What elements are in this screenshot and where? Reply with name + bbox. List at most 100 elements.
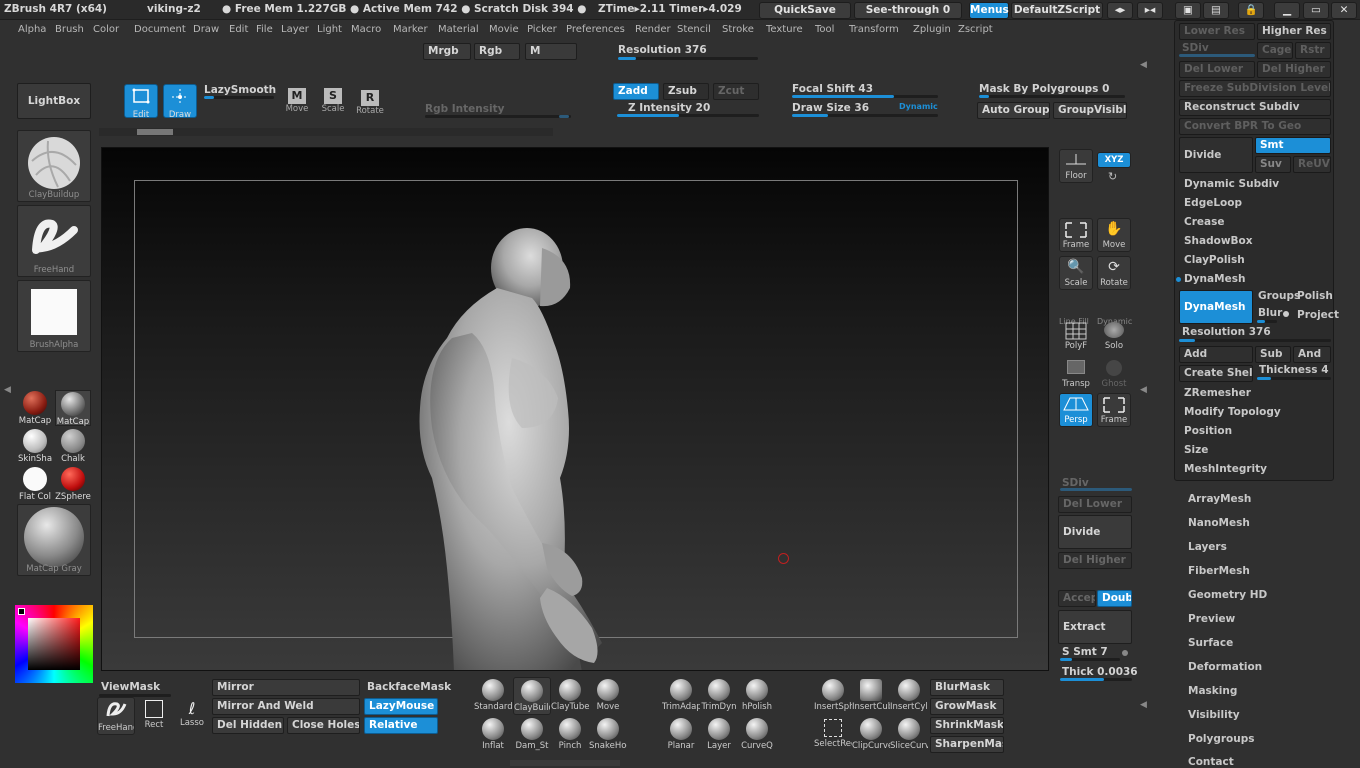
material-flat-color[interactable]: Flat Col — [17, 466, 53, 502]
sdiv-slider[interactable] — [1060, 488, 1132, 491]
polyf-button[interactable]: PolyF — [1059, 318, 1093, 352]
trimadaptive-brush-button[interactable]: TrimAdapt — [662, 677, 700, 715]
inflate-brush-button[interactable]: Inflat — [474, 716, 512, 754]
layout-right-icon[interactable]: ▸◂ — [1137, 2, 1163, 19]
zremesher-section[interactable]: ZRemesher — [1184, 387, 1251, 399]
local-symmetry-icon[interactable]: ↻ — [1108, 170, 1117, 183]
zadd-button[interactable]: Zadd — [613, 83, 659, 100]
close-icon[interactable]: ✕ — [1331, 2, 1357, 19]
menu-picker[interactable]: Picker — [527, 24, 557, 35]
focal-shift-slider[interactable] — [792, 95, 938, 98]
close-holes-button[interactable]: Close Holes — [287, 717, 360, 734]
rotate-mode-button[interactable]: R Rotate — [353, 88, 387, 122]
lock-icon[interactable]: 🔒 — [1238, 2, 1264, 19]
left-tray-arrow-icon[interactable]: ◀ — [4, 385, 11, 395]
snakehook-brush-button[interactable]: SnakeHook — [589, 716, 627, 754]
geometry-hd-subpalette[interactable]: Geometry HD — [1178, 589, 1267, 601]
menu-render[interactable]: Render — [635, 24, 671, 35]
menu-brush[interactable]: Brush — [55, 24, 84, 35]
blur-slider[interactable]: Blur — [1258, 307, 1282, 319]
extract-button[interactable]: Extract — [1058, 610, 1132, 644]
slicecurve-brush-button[interactable]: SliceCurve — [890, 716, 928, 754]
toolbar-scrollbar[interactable] — [99, 128, 553, 136]
ghost-button[interactable]: Ghost — [1097, 356, 1131, 390]
insertcube-brush-button[interactable]: InsertCube — [852, 677, 890, 715]
thick-slider[interactable] — [1060, 678, 1132, 681]
z-intensity-slider[interactable] — [617, 114, 759, 117]
nanomesh-subpalette[interactable]: NanoMesh — [1178, 517, 1250, 529]
layer-brush-button[interactable]: Layer — [700, 716, 738, 754]
toolbar-scroll-thumb[interactable] — [137, 129, 173, 135]
deformation-subpalette[interactable]: Deformation — [1178, 661, 1262, 673]
material-zsphere[interactable]: ZSphere — [55, 466, 91, 502]
groups-toggle[interactable]: Groups — [1258, 290, 1300, 302]
sub-button[interactable]: Sub — [1255, 346, 1291, 363]
del-higher-palette-button[interactable]: Del Higher — [1257, 61, 1331, 78]
layout-left-icon[interactable]: ◂▸ — [1107, 2, 1133, 19]
insertsphere-brush-button[interactable]: InsertSphere — [814, 677, 852, 715]
thickness-slider[interactable] — [1257, 377, 1331, 380]
menu-file[interactable]: File — [256, 24, 273, 35]
menu-stroke[interactable]: Stroke — [722, 24, 754, 35]
cage-button[interactable]: Cage — [1257, 42, 1293, 59]
rotate-view-button[interactable]: ⟳ Rotate — [1097, 256, 1131, 290]
del-hidden-button[interactable]: Del Hidden — [212, 717, 284, 734]
maximize-icon[interactable]: ▭ — [1303, 2, 1329, 19]
see-through-slider[interactable]: See-through 0 — [854, 2, 962, 19]
solo-button[interactable]: Solo — [1097, 318, 1131, 352]
sharpenmask-button[interactable]: SharpenMask — [930, 736, 1004, 753]
sdiv-palette-slider[interactable] — [1179, 54, 1255, 57]
frame2-button[interactable]: Frame — [1097, 393, 1131, 427]
draw-mode-button[interactable]: Draw — [163, 84, 197, 120]
resolution-slider[interactable] — [618, 57, 758, 60]
mirror-and-weld-button[interactable]: Mirror And Weld — [212, 698, 360, 715]
fibermesh-subpalette[interactable]: FiberMesh — [1178, 565, 1250, 577]
menu-zscript[interactable]: Zscript — [958, 24, 993, 35]
lightbox-button[interactable]: LightBox — [17, 83, 91, 119]
size-section[interactable]: Size — [1184, 444, 1208, 456]
canvas-viewport[interactable] — [101, 147, 1049, 671]
clipcurve-brush-button[interactable]: ClipCurve — [852, 716, 890, 754]
smt-toggle[interactable]: Smt — [1255, 137, 1331, 154]
hpolish-brush-button[interactable]: hPolish — [738, 677, 776, 715]
backfacemask-label[interactable]: BackfaceMask — [367, 681, 451, 693]
menu-alpha[interactable]: Alpha — [18, 24, 46, 35]
right-tray-arrow-icon[interactable]: ◀ — [1140, 385, 1147, 395]
shrinkmask-button[interactable]: ShrinkMask — [930, 717, 1004, 734]
move-mode-button[interactable]: M Move — [280, 86, 314, 120]
lazymouse-toggle[interactable]: LazyMouse — [364, 698, 438, 715]
color-picker-marker[interactable] — [18, 608, 25, 615]
material-chalk[interactable]: Chalk — [55, 428, 91, 464]
rgb-button[interactable]: Rgb — [474, 43, 520, 60]
ui-colors-icon[interactable]: ▤ — [1203, 2, 1229, 19]
reuv-button[interactable]: ReUV — [1293, 156, 1331, 173]
frame-button[interactable]: Frame — [1059, 218, 1093, 252]
menus-toggle[interactable]: Menus — [969, 2, 1009, 19]
quicksave-button[interactable]: QuickSave — [759, 2, 851, 19]
zsub-button[interactable]: Zsub — [663, 83, 709, 100]
alpha-thumbnail[interactable]: BrushAlpha — [17, 280, 91, 352]
create-shell-button[interactable]: Create Shell — [1179, 365, 1253, 382]
menu-draw[interactable]: Draw — [193, 24, 219, 35]
project-toggle[interactable]: Project — [1297, 309, 1339, 321]
lazysmooth-slider[interactable] — [204, 96, 274, 99]
mrgb-button[interactable]: Mrgb — [423, 43, 471, 60]
lower-res-button[interactable]: Lower Res — [1179, 23, 1255, 40]
menu-texture[interactable]: Texture — [766, 24, 803, 35]
menu-tool[interactable]: Tool — [815, 24, 834, 35]
add-button[interactable]: Add — [1179, 346, 1253, 363]
edit-mode-button[interactable]: Edit — [124, 84, 158, 120]
rect-selection-button[interactable]: Rect — [135, 697, 173, 735]
claybuildup-brush-button[interactable]: ClayBuildup — [513, 677, 551, 715]
persp-button[interactable]: Persp — [1059, 393, 1093, 427]
material-matcap-gray[interactable]: MatCap — [55, 390, 91, 427]
crease-section[interactable]: Crease — [1184, 216, 1224, 228]
polygroups-subpalette[interactable]: Polygroups — [1178, 733, 1255, 745]
menu-edit[interactable]: Edit — [229, 24, 248, 35]
and-button[interactable]: And — [1293, 346, 1331, 363]
menu-stencil[interactable]: Stencil — [677, 24, 711, 35]
color-picker[interactable] — [15, 605, 93, 683]
divide-palette-button[interactable]: Divide — [1179, 137, 1253, 173]
stroke-thumbnail[interactable]: FreeHand — [17, 205, 91, 277]
preview-subpalette[interactable]: Preview — [1178, 613, 1235, 625]
